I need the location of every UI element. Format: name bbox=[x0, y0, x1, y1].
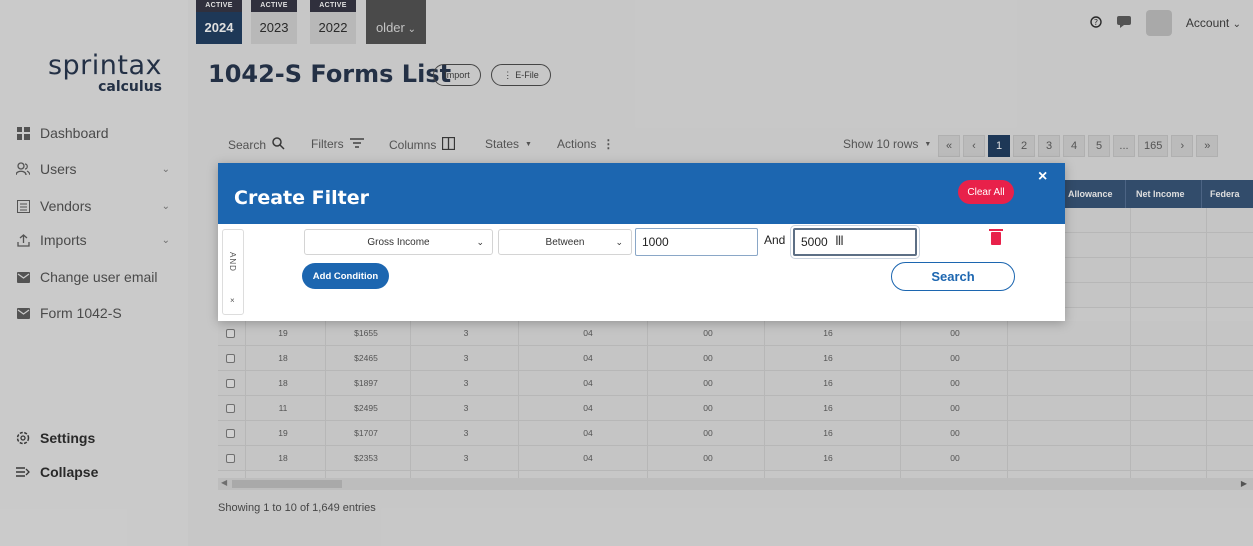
chevron-down-icon: ⌄ bbox=[476, 236, 484, 247]
clear-all-button[interactable]: Clear All bbox=[958, 180, 1014, 204]
conjunction-toggle[interactable]: AND bbox=[228, 252, 237, 272]
text-cursor-icon: Ⅲ bbox=[835, 233, 844, 248]
chevron-down-icon: ⌄ bbox=[615, 236, 623, 247]
operator-select-value: Between bbox=[545, 236, 585, 248]
field-select[interactable]: Gross Income ⌄ bbox=[304, 229, 493, 255]
value-from-input[interactable]: 1000 bbox=[635, 228, 758, 256]
operator-select[interactable]: Between ⌄ bbox=[498, 229, 632, 255]
add-condition-button[interactable]: Add Condition bbox=[302, 263, 389, 289]
trash-icon[interactable] bbox=[989, 229, 1003, 245]
remove-group-icon[interactable]: × bbox=[230, 296, 235, 305]
modal-title: Create Filter bbox=[234, 187, 369, 209]
create-filter-modal: Create Filter Clear All × AND × Gross In… bbox=[218, 163, 1065, 321]
modal-header: Create Filter Clear All × bbox=[218, 163, 1065, 224]
search-button[interactable]: Search bbox=[891, 262, 1015, 291]
field-select-value: Gross Income bbox=[367, 236, 430, 248]
close-icon[interactable]: × bbox=[1038, 168, 1047, 186]
condition-group: AND × bbox=[222, 229, 244, 315]
and-label: And bbox=[764, 233, 786, 247]
value-to-input[interactable]: 5000 bbox=[790, 225, 920, 259]
